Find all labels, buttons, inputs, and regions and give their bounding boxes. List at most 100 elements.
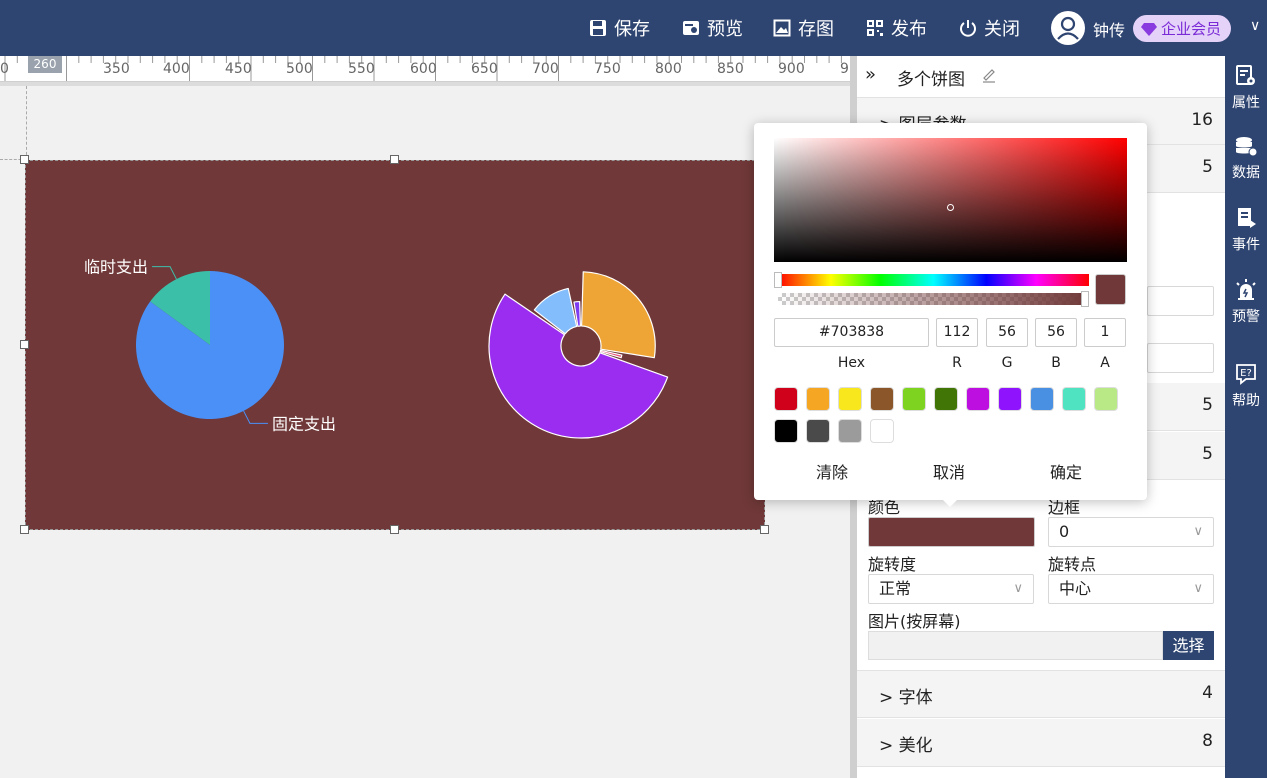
save-icon [590, 20, 606, 36]
text-field[interactable] [1147, 343, 1214, 373]
resize-handle[interactable] [20, 155, 29, 164]
pie-chart-component[interactable]: 临时支出 固定支出 [25, 160, 765, 530]
rotation-label: 旋转度 [868, 555, 917, 574]
resize-handle[interactable] [20, 525, 29, 534]
save-button[interactable]: 保存 [588, 14, 650, 42]
color-swatch[interactable] [774, 387, 798, 411]
color-swatch[interactable] [774, 419, 798, 443]
avatar[interactable] [1051, 11, 1085, 45]
sidebar-item-data[interactable]: 数据 [1225, 136, 1267, 182]
preview-icon [683, 21, 699, 35]
confirm-button[interactable]: 确定 [1050, 459, 1082, 483]
color-swatch[interactable] [966, 387, 990, 411]
ruler-label: 600 [410, 61, 437, 77]
section-count: 8 [1202, 731, 1213, 751]
help-icon: E? [1236, 364, 1256, 385]
edit-icon[interactable] [982, 67, 996, 83]
color-swatch[interactable] [1062, 387, 1086, 411]
preview-button[interactable]: 预览 [681, 14, 743, 42]
cancel-button[interactable]: 取消 [933, 459, 965, 483]
green-caption: G [1001, 355, 1013, 371]
color-swatch[interactable] [934, 387, 958, 411]
sidebar-item-events[interactable]: 事件 [1225, 206, 1267, 254]
sidebar-item-alerts[interactable]: 预警 [1225, 278, 1267, 326]
border-select[interactable]: 0 ∨ [1048, 517, 1214, 547]
chevron-down-icon[interactable]: ∨ [1250, 18, 1260, 34]
red-input[interactable]: 112 [936, 318, 978, 347]
rose-slice [581, 271, 656, 359]
color-swatch[interactable] [806, 387, 830, 411]
sidebar-item-label: 事件 [1232, 237, 1260, 253]
username[interactable]: 钟传 [1093, 17, 1125, 41]
section-count: 5 [1202, 395, 1213, 415]
membership-badge[interactable]: 企业会员 [1133, 15, 1232, 42]
svg-text:E?: E? [1240, 368, 1252, 379]
border-value: 0 [1059, 522, 1070, 541]
pivot-select[interactable]: 中心 ∨ [1048, 574, 1214, 604]
sidebar-item-properties[interactable]: 属性 [1225, 64, 1267, 112]
alarm-icon [1236, 279, 1256, 300]
resize-handle[interactable] [760, 525, 769, 534]
sidebar-item-help[interactable]: E? 帮助 [1225, 362, 1267, 410]
color-swatch[interactable] [870, 419, 894, 443]
save-label: 保存 [614, 19, 650, 40]
color-preview [1095, 274, 1126, 305]
text-field[interactable] [1147, 286, 1214, 316]
pie-label: 固定支出 [272, 414, 336, 433]
image-select-button[interactable]: 选择 [1163, 631, 1214, 660]
alpha-slider-handle[interactable] [1081, 291, 1089, 307]
section-beautify[interactable]: > 美化 8 [857, 719, 1225, 767]
ruler-position-marker: 260 [28, 56, 62, 73]
color-swatch[interactable] [1030, 387, 1054, 411]
sidebar-item-label: 帮助 [1232, 393, 1260, 409]
database-icon [1236, 137, 1258, 157]
publish-button[interactable]: 发布 [865, 14, 927, 42]
hex-input[interactable]: #703838 [774, 318, 929, 347]
ruler-label: 750 [594, 61, 621, 77]
saturation-cursor[interactable] [947, 204, 954, 211]
color-picker-popover: #703838 112 56 56 1 Hex R G B A 清除 取消 确定 [754, 123, 1147, 500]
image-label: 图片(按屏幕) [868, 612, 961, 631]
properties-icon [1236, 65, 1255, 85]
publish-label: 发布 [891, 19, 927, 40]
close-button[interactable]: 关闭 [958, 14, 1020, 42]
resize-handle[interactable] [390, 155, 399, 164]
color-swatch[interactable] [838, 387, 862, 411]
section-font[interactable]: > 字体 4 [857, 670, 1225, 718]
resize-handle[interactable] [20, 340, 29, 349]
sidebar-item-label: 属性 [1232, 95, 1260, 111]
color-swatch[interactable] [806, 419, 830, 443]
section-count: 16 [1191, 110, 1213, 130]
user-icon [1057, 16, 1079, 40]
diamond-icon [1141, 22, 1157, 36]
rotation-select[interactable]: 正常 ∨ [868, 574, 1034, 604]
collapse-panel-icon[interactable]: » [865, 64, 876, 85]
image-input[interactable] [868, 631, 1163, 660]
color-swatch[interactable] [870, 387, 894, 411]
saturation-area[interactable] [774, 138, 1127, 262]
ruler-label: 550 [348, 61, 375, 77]
membership-label: 企业会员 [1161, 20, 1222, 38]
color-swatch[interactable] [998, 387, 1022, 411]
hue-slider[interactable] [778, 274, 1089, 286]
alpha-slider[interactable] [778, 293, 1089, 305]
color-swatch[interactable] [902, 387, 926, 411]
save-image-button[interactable]: 存图 [772, 14, 834, 42]
alpha-input[interactable]: 1 [1084, 318, 1126, 347]
resize-handle[interactable] [390, 525, 399, 534]
blue-input[interactable]: 56 [1035, 318, 1077, 347]
ruler-label: 400 [163, 61, 190, 77]
color-field[interactable] [868, 517, 1035, 547]
hue-slider-handle[interactable] [774, 272, 782, 288]
right-sidebar: 属性 数据 事件 预警 E? 帮助 [1225, 56, 1267, 778]
clear-button[interactable]: 清除 [816, 459, 848, 483]
ruler-label: 450 [225, 61, 252, 77]
popover-arrow [942, 499, 958, 507]
alpha-caption: A [1100, 355, 1110, 371]
color-swatch[interactable] [838, 419, 862, 443]
ruler-label: 700 [532, 61, 559, 77]
pivot-label: 旋转点 [1048, 555, 1097, 574]
green-input[interactable]: 56 [986, 318, 1028, 347]
section-label: > 字体 [879, 688, 933, 708]
color-swatch[interactable] [1094, 387, 1118, 411]
